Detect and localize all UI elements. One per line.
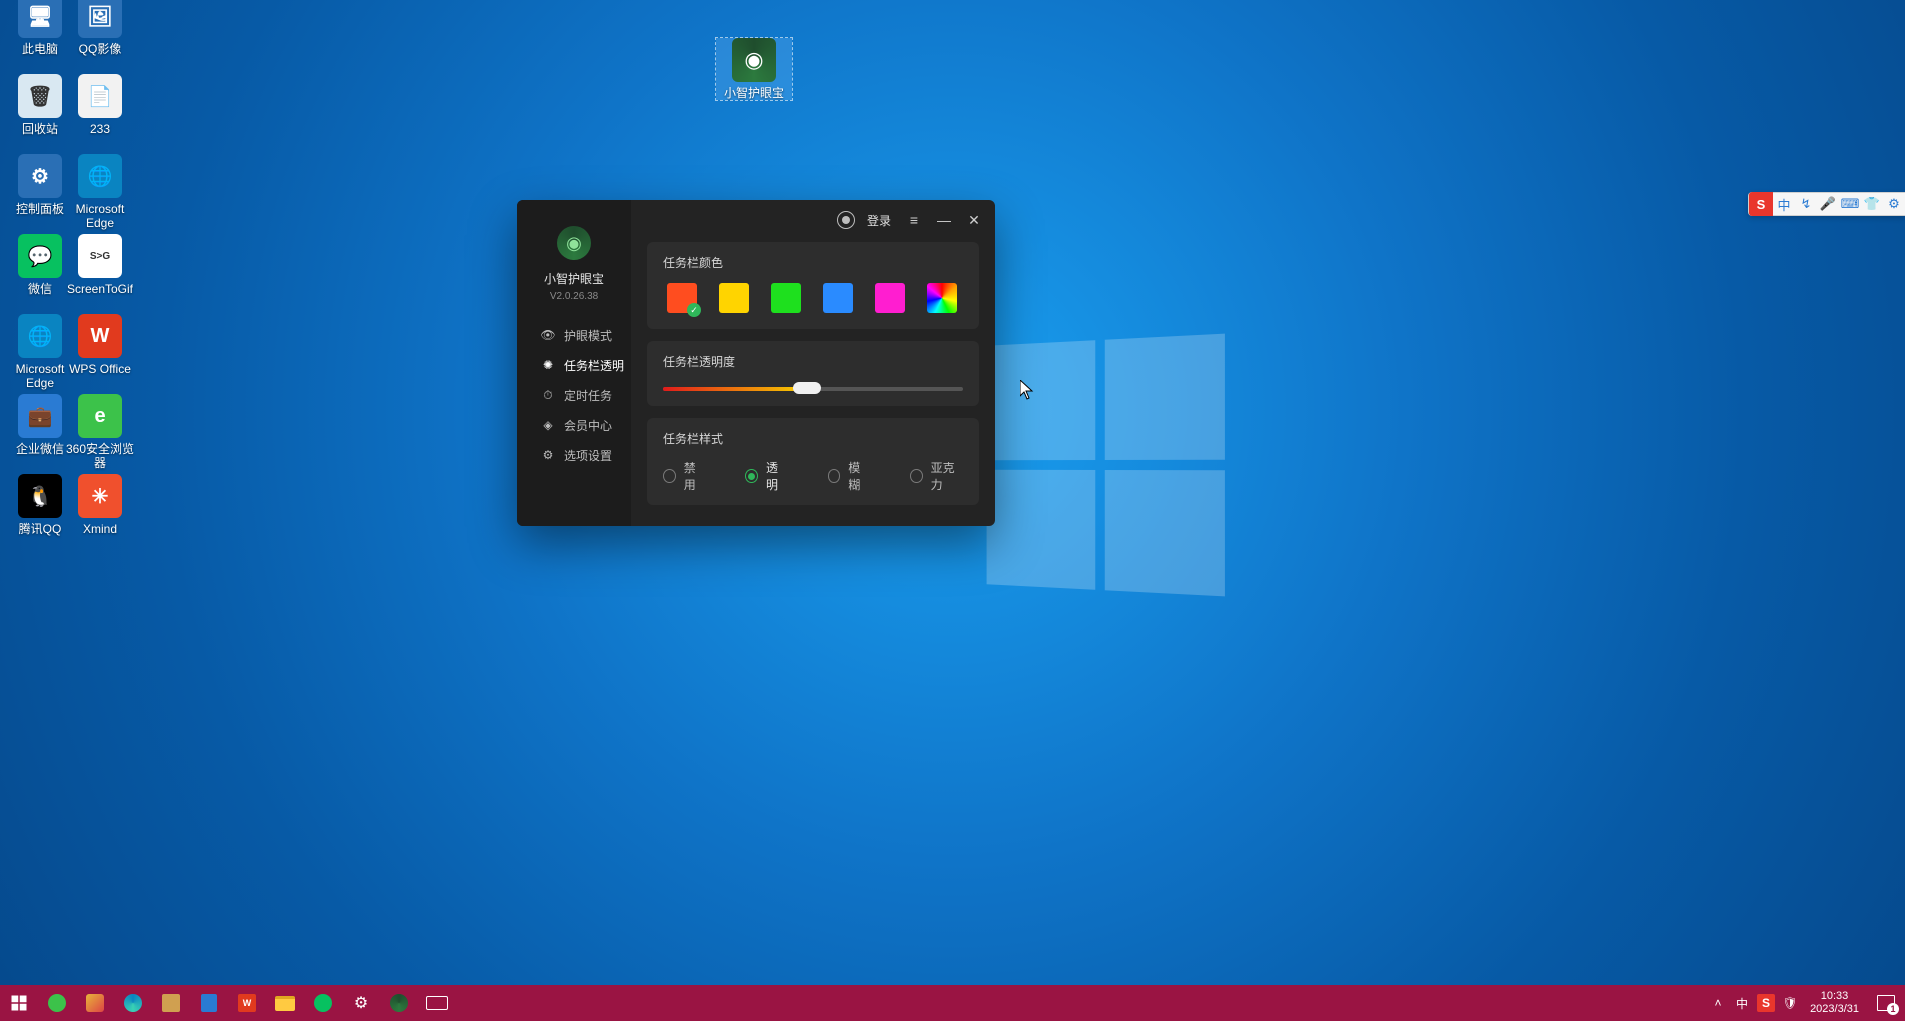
member-icon: ◈ — [540, 417, 556, 433]
ime-item-5[interactable]: ⚙ — [1883, 192, 1905, 216]
opacity-slider[interactable] — [663, 382, 963, 394]
clock-time: 10:33 — [1810, 990, 1859, 1003]
panel-taskbar-style: 任务栏样式 禁用 透明 模糊 亚克力 — [647, 418, 979, 505]
desktop-icon-wps[interactable]: WWPS Office — [62, 314, 138, 376]
desktop-icon-qq-image[interactable]: 🖼QQ影像 — [62, 0, 138, 56]
ime-item-4[interactable]: 👕 — [1861, 192, 1883, 216]
desktop[interactable]: 🖥此电脑🖼QQ影像🗑回收站📄233⚙控制面板🌐Microsoft Edge💬微信… — [0, 0, 1905, 1021]
taskbar-app-systray[interactable] — [76, 985, 114, 1021]
slider-fill — [663, 387, 807, 391]
ime-item-1[interactable]: ↯ — [1795, 192, 1817, 216]
panel-color-title: 任务栏颜色 — [663, 254, 963, 271]
app-version: V2.0.26.38 — [550, 291, 598, 302]
sidebar-item-taskbar-trans[interactable]: ✺任务栏透明 — [524, 350, 624, 380]
app-logo-icon: ◉ — [557, 226, 591, 260]
style-radio-0[interactable]: 禁用 — [663, 459, 705, 493]
taskbar-left: W ⚙ — [0, 985, 456, 1021]
tray-sogou-icon[interactable]: S — [1757, 994, 1775, 1012]
color-swatch-0[interactable] — [667, 283, 697, 313]
color-swatch-4[interactable] — [875, 283, 905, 313]
sidebar-item-timer-task[interactable]: ⏱定时任务 — [524, 380, 624, 410]
taskbar-app-wechat[interactable] — [304, 985, 342, 1021]
tray-expand-icon[interactable]: ˄ — [1706, 985, 1730, 1021]
panel-opacity-title: 任务栏透明度 — [663, 353, 963, 370]
taskbar-clock[interactable]: 10:33 2023/3/31 — [1802, 990, 1867, 1016]
taskbar-app-edge[interactable] — [114, 985, 152, 1021]
taskbar-app-xiaozhi[interactable] — [380, 985, 418, 1021]
radio-dot-icon — [910, 469, 923, 483]
radio-dot-icon — [663, 469, 676, 483]
desktop-icon-file-233[interactable]: 📄233 — [62, 74, 138, 136]
app-content: 登录 ≡ — ✕ 任务栏颜色 任务栏透明度 任务栏样式 禁用 透明 模糊 亚克力 — [631, 200, 995, 526]
close-button[interactable]: ✕ — [965, 211, 983, 229]
taskbar-right: ˄ 中 S 🛡 10:33 2023/3/31 1 — [1706, 985, 1905, 1021]
style-radio-3[interactable]: 亚克力 — [910, 459, 963, 493]
hamburger-menu-icon[interactable]: ≡ — [905, 211, 923, 229]
desktop-icon-xiaozhi[interactable]: ◉ 小智护眼宝 — [716, 38, 792, 100]
taskbar-app-360[interactable] — [38, 985, 76, 1021]
sidebar-item-member[interactable]: ◈会员中心 — [524, 410, 624, 440]
panel-taskbar-opacity: 任务栏透明度 — [647, 341, 979, 406]
tray-ime-lang[interactable]: 中 — [1730, 985, 1754, 1021]
taskbar-app-settings[interactable]: ⚙ — [342, 985, 380, 1021]
eye-mode-icon: 👁 — [540, 327, 556, 343]
style-radio-2[interactable]: 模糊 — [828, 459, 870, 493]
taskbar-trans-icon: ✺ — [540, 357, 556, 373]
sidebar-item-eye-mode[interactable]: 👁护眼模式 — [524, 320, 624, 350]
radio-dot-icon — [828, 469, 841, 483]
color-swatch-1[interactable] — [719, 283, 749, 313]
taskbar-app-snip[interactable] — [152, 985, 190, 1021]
user-avatar-icon[interactable] — [837, 211, 855, 229]
panel-taskbar-color: 任务栏颜色 — [647, 242, 979, 329]
slider-thumb[interactable] — [793, 382, 821, 394]
desktop-icon-screentogif[interactable]: S>GScreenToGif — [62, 234, 138, 296]
app-window: ◉ 小智护眼宝 V2.0.26.38 👁护眼模式✺任务栏透明⏱定时任务◈会员中心… — [517, 200, 995, 526]
timer-task-icon: ⏱ — [540, 387, 556, 403]
taskbar-app-wps[interactable]: W — [228, 985, 266, 1021]
ime-item-3[interactable]: ⌨ — [1839, 192, 1861, 216]
ime-item-0[interactable]: 中 — [1773, 192, 1795, 216]
style-radio-group: 禁用 透明 模糊 亚克力 — [663, 459, 963, 493]
color-swatch-row — [663, 283, 963, 317]
desktop-icon-edge2[interactable]: 🌐Microsoft Edge — [62, 154, 138, 230]
style-radio-1[interactable]: 透明 — [745, 459, 787, 493]
radio-dot-icon — [745, 469, 758, 483]
notif-badge: 1 — [1887, 1003, 1899, 1015]
color-swatch-2[interactable] — [771, 283, 801, 313]
app-topbar: 登录 ≡ — ✕ — [631, 200, 995, 240]
panel-style-title: 任务栏样式 — [663, 430, 963, 447]
taskbar-app-keyboard[interactable] — [418, 985, 456, 1021]
options-icon: ⚙ — [540, 447, 556, 463]
sidebar-item-options[interactable]: ⚙选项设置 — [524, 440, 624, 470]
ime-sogou-icon[interactable]: S — [1749, 192, 1773, 216]
color-swatch-3[interactable] — [823, 283, 853, 313]
app-title: 小智护眼宝 — [544, 270, 604, 287]
tray-security-icon[interactable]: 🛡 — [1778, 985, 1802, 1021]
action-center-button[interactable]: 1 — [1867, 985, 1905, 1021]
login-button[interactable]: 登录 — [867, 212, 891, 229]
start-button[interactable] — [0, 985, 38, 1021]
color-swatch-5[interactable] — [927, 283, 957, 313]
clock-date: 2023/3/31 — [1810, 1003, 1859, 1016]
taskbar[interactable]: W ⚙ ˄ 中 S 🛡 10:33 2023/3/31 1 — [0, 985, 1905, 1021]
ime-item-2[interactable]: 🎤 — [1817, 192, 1839, 216]
taskbar-app-explorer[interactable] — [266, 985, 304, 1021]
taskbar-app-todo[interactable] — [190, 985, 228, 1021]
desktop-icon-xmind[interactable]: ✳Xmind — [62, 474, 138, 536]
desktop-icon-360browser[interactable]: e360安全浏览器 — [62, 394, 138, 470]
desktop-icon-label: 小智护眼宝 — [716, 86, 792, 100]
minimize-button[interactable]: — — [935, 211, 953, 229]
app-sidebar: ◉ 小智护眼宝 V2.0.26.38 👁护眼模式✺任务栏透明⏱定时任务◈会员中心… — [517, 200, 631, 526]
windows-logo-watermark — [987, 334, 1225, 597]
ime-floating-bar[interactable]: S 中↯🎤⌨👕⚙ — [1748, 192, 1905, 216]
